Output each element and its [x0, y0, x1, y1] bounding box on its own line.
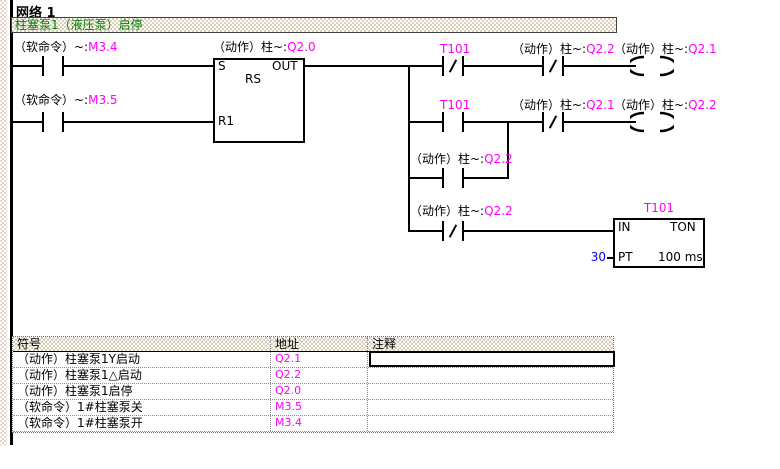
contact-m3-4[interactable]: [42, 56, 44, 76]
nc-slash: [549, 115, 557, 128]
rs-r1-input-label: R1: [218, 115, 234, 127]
symbol-table-header: 符号 地址 注释: [13, 337, 613, 352]
coil-q2-2[interactable]: [630, 111, 674, 133]
symbol-cell[interactable]: （软命令）1#柱塞泵关: [13, 400, 271, 415]
wire: [410, 121, 442, 123]
rung2-contact-label[interactable]: （软命令）~:M3.5: [14, 94, 118, 107]
contact-q2-2-nc2[interactable]: [442, 221, 444, 241]
contact-m3-5[interactable]: [42, 112, 44, 132]
symbol-table: 符号 地址 注释 （动作）柱塞泵1Y启动 Q2.1 （动作）柱塞泵1△启动 Q2…: [12, 336, 614, 433]
comment-cell[interactable]: [368, 368, 613, 383]
symbol-cell[interactable]: （动作）柱塞泵1Y启动: [13, 352, 271, 367]
nc-slash: [549, 59, 557, 72]
wire: [410, 65, 442, 67]
symbol-cell[interactable]: （软命令）1#柱塞泵开: [13, 416, 271, 431]
comment-cell[interactable]: [368, 400, 613, 415]
wire: [305, 65, 410, 67]
header-address[interactable]: 地址: [271, 337, 368, 351]
program-edge-strip: [0, 0, 7, 445]
parallel-branch-rail: [507, 121, 509, 179]
wire: [13, 65, 44, 67]
contact-q2-1-nc[interactable]: [542, 112, 544, 132]
rs-block-label[interactable]: （动作）柱~:Q2.0: [213, 41, 316, 54]
symbol-cell[interactable]: （动作）柱塞泵1△启动: [13, 368, 271, 383]
address-cell[interactable]: Q2.2: [271, 368, 368, 383]
wire: [464, 121, 542, 123]
table-row: （软命令）1#柱塞泵关 M3.5: [13, 400, 613, 416]
wire: [464, 230, 613, 232]
rs-type-label: RS: [245, 73, 261, 85]
rungD-contact-label[interactable]: （动作）柱~:Q2.2: [410, 205, 513, 218]
address-cell[interactable]: M3.4: [271, 416, 368, 431]
rung1-contact-label[interactable]: （软命令）~:M3.4: [14, 41, 118, 54]
nc-slash: [449, 224, 457, 237]
wire: [564, 121, 636, 123]
table-row: （软命令）1#柱塞泵开 M3.4: [13, 416, 613, 432]
wire: [13, 121, 44, 123]
rs-out-label: OUT: [272, 60, 298, 72]
wire: [410, 177, 442, 179]
table-row: （动作）柱塞泵1△启动 Q2.2: [13, 368, 613, 384]
table-row: （动作）柱塞泵1启停 Q2.0: [13, 384, 613, 400]
ton-type-label: TON: [670, 221, 696, 233]
ton-in-label: IN: [618, 221, 631, 233]
rungA-contact2-label[interactable]: （动作）柱~:Q2.2: [512, 43, 615, 56]
contact-t101-nc[interactable]: [442, 56, 444, 76]
contact-t101-no[interactable]: [442, 112, 444, 132]
rungB-contact2-label[interactable]: （动作）柱~:Q2.1: [512, 99, 615, 112]
address-cell[interactable]: Q2.0: [271, 384, 368, 399]
comment-cell[interactable]: [368, 416, 613, 431]
selected-comment-cell[interactable]: [369, 351, 615, 367]
rs-s-input-label: S: [218, 60, 226, 72]
symbol-cell[interactable]: （动作）柱塞泵1启停: [13, 384, 271, 399]
wire: [464, 65, 542, 67]
ton-pt-label: PT: [618, 251, 633, 263]
coil-q2-1[interactable]: [630, 55, 674, 77]
header-comment[interactable]: 注释: [368, 337, 613, 351]
timer-name-label[interactable]: T101: [613, 202, 705, 215]
nc-slash: [449, 59, 457, 72]
wire: [64, 65, 213, 67]
rungA-t101-label[interactable]: T101: [440, 43, 470, 56]
ton-preset-value[interactable]: 30: [586, 251, 606, 263]
contact-q2-2-nc[interactable]: [542, 56, 544, 76]
wire: [564, 65, 636, 67]
wire: [464, 177, 509, 179]
wire: [64, 121, 213, 123]
address-cell[interactable]: M3.5: [271, 400, 368, 415]
plc-editor-network-view: 网络 1 柱塞泵1（液压泵）启停 （软命令）~:M3.4 （软命令）~:M3.5…: [0, 0, 780, 469]
network-comment-bar[interactable]: 柱塞泵1（液压泵）启停: [11, 17, 617, 33]
wire: [410, 230, 442, 232]
pt-input-tick: [607, 257, 613, 259]
branch-contact-label[interactable]: （动作）柱~:Q2.2: [410, 153, 513, 166]
address-cell[interactable]: Q2.1: [271, 352, 368, 367]
rungB-t101-label[interactable]: T101: [440, 99, 470, 112]
ton-timebase-label: 100 ms: [658, 251, 703, 263]
contact-q2-2-no[interactable]: [442, 168, 444, 188]
header-symbol[interactable]: 符号: [13, 337, 271, 351]
comment-cell[interactable]: [368, 384, 613, 399]
network-comment-text: 柱塞泵1（液压泵）启停: [15, 18, 143, 32]
